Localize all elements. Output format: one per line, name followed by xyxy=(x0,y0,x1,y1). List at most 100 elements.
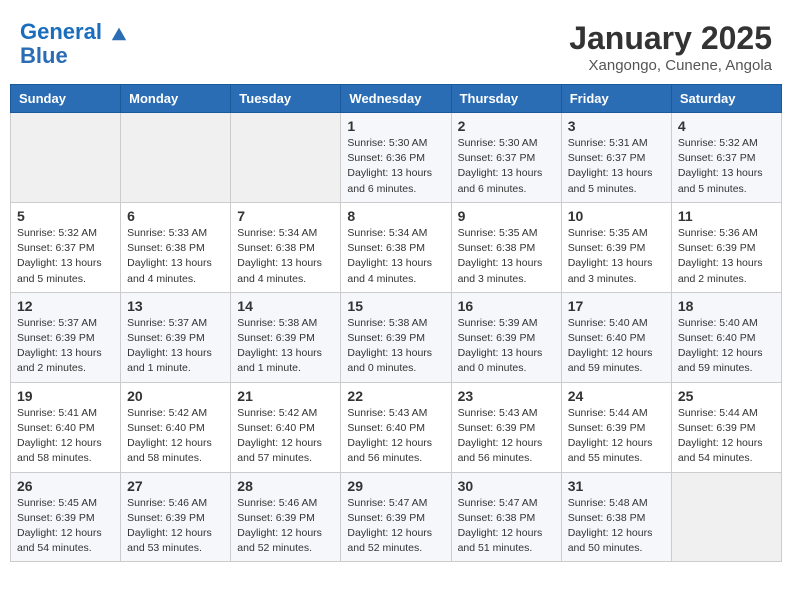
calendar-cell: 20Sunrise: 5:42 AM Sunset: 6:40 PM Dayli… xyxy=(121,382,231,472)
calendar-cell: 29 Sunrise: 5:47 AM Sunset: 6:39 PM Dayli… xyxy=(341,472,451,562)
calendar-cell: 10Sunrise: 5:35 AM Sunset: 6:39 PM Dayli… xyxy=(561,202,671,292)
day-number: 18 xyxy=(678,298,775,314)
day-number: 15 xyxy=(347,298,444,314)
calendar-cell: 28Sunrise: 5:46 AM Sunset: 6:39 PM Dayli… xyxy=(231,472,341,562)
calendar-week-3: 12 Sunrise: 5:37 AM Sunset: 6:39 PM Dayli… xyxy=(11,292,782,382)
calendar-cell: 26 Sunrise: 5:45 AM Sunset: 6:39 PM Dayli… xyxy=(11,472,121,562)
day-number: 12 xyxy=(17,298,114,314)
calendar-cell: 24 Sunrise: 5:44 AM Sunset: 6:39 PM Dayli… xyxy=(561,382,671,472)
day-detail: Sunrise: 5:35 AM Sunset: 6:39 PM Dayligh… xyxy=(568,226,665,287)
day-detail: Sunrise: 5:31 AM Sunset: 6:37 PM Dayligh… xyxy=(568,136,665,197)
day-number: 6 xyxy=(127,208,224,224)
logo: General Blue xyxy=(20,20,128,68)
day-detail: Sunrise: 5:43 AM Sunset: 6:39 PM Dayligh… xyxy=(458,406,555,467)
day-detail: Sunrise: 5:39 AM Sunset: 6:39 PM Dayligh… xyxy=(458,316,555,377)
logo-icon xyxy=(110,24,128,42)
calendar-cell: 12 Sunrise: 5:37 AM Sunset: 6:39 PM Dayli… xyxy=(11,292,121,382)
day-number: 7 xyxy=(237,208,334,224)
calendar-cell: 2 Sunrise: 5:30 AM Sunset: 6:37 PM Daylig… xyxy=(451,113,561,203)
day-detail: Sunrise: 5:38 AM Sunset: 6:39 PM Dayligh… xyxy=(237,316,334,377)
page-header: General Blue January 2025 Xangongo, Cune… xyxy=(10,10,782,79)
calendar-cell: 31Sunrise: 5:48 AM Sunset: 6:38 PM Dayli… xyxy=(561,472,671,562)
day-detail: Sunrise: 5:44 AM Sunset: 6:39 PM Dayligh… xyxy=(568,406,665,467)
day-detail: Sunrise: 5:40 AM Sunset: 6:40 PM Dayligh… xyxy=(568,316,665,377)
logo-line1: General xyxy=(20,19,102,44)
day-number: 2 xyxy=(458,118,555,134)
day-number: 28 xyxy=(237,478,334,494)
day-detail: Sunrise: 5:34 AM Sunset: 6:38 PM Dayligh… xyxy=(237,226,334,287)
calendar-cell: 4Sunrise: 5:32 AM Sunset: 6:37 PM Daylig… xyxy=(671,113,781,203)
weekday-header-thursday: Thursday xyxy=(451,85,561,113)
day-number: 29 xyxy=(347,478,444,494)
calendar-cell: 5 Sunrise: 5:32 AM Sunset: 6:37 PM Daylig… xyxy=(11,202,121,292)
calendar-cell: 15Sunrise: 5:38 AM Sunset: 6:39 PM Dayli… xyxy=(341,292,451,382)
day-detail: Sunrise: 5:32 AM Sunset: 6:37 PM Dayligh… xyxy=(17,226,114,287)
day-number: 30 xyxy=(458,478,555,494)
day-detail: Sunrise: 5:41 AM Sunset: 6:40 PM Dayligh… xyxy=(17,406,114,467)
day-detail: Sunrise: 5:45 AM Sunset: 6:39 PM Dayligh… xyxy=(17,496,114,557)
weekday-header-saturday: Saturday xyxy=(671,85,781,113)
day-detail: Sunrise: 5:47 AM Sunset: 6:38 PM Dayligh… xyxy=(458,496,555,557)
day-number: 1 xyxy=(347,118,444,134)
calendar-cell: 11 Sunrise: 5:36 AM Sunset: 6:39 PM Dayli… xyxy=(671,202,781,292)
weekday-header-friday: Friday xyxy=(561,85,671,113)
day-detail: Sunrise: 5:42 AM Sunset: 6:40 PM Dayligh… xyxy=(237,406,334,467)
weekday-header-monday: Monday xyxy=(121,85,231,113)
calendar-cell xyxy=(121,113,231,203)
calendar-cell: 6 Sunrise: 5:33 AM Sunset: 6:38 PM Daylig… xyxy=(121,202,231,292)
logo-text: General xyxy=(20,20,128,44)
day-detail: Sunrise: 5:46 AM Sunset: 6:39 PM Dayligh… xyxy=(127,496,224,557)
calendar-table: SundayMondayTuesdayWednesdayThursdayFrid… xyxy=(10,84,782,562)
day-number: 9 xyxy=(458,208,555,224)
day-detail: Sunrise: 5:32 AM Sunset: 6:37 PM Dayligh… xyxy=(678,136,775,197)
calendar-cell: 7 Sunrise: 5:34 AM Sunset: 6:38 PM Daylig… xyxy=(231,202,341,292)
calendar-cell: 1 Sunrise: 5:30 AM Sunset: 6:36 PM Daylig… xyxy=(341,113,451,203)
weekday-header-wednesday: Wednesday xyxy=(341,85,451,113)
day-number: 27 xyxy=(127,478,224,494)
day-number: 26 xyxy=(17,478,114,494)
title-block: January 2025 Xangongo, Cunene, Angola xyxy=(569,20,772,74)
calendar-cell: 14 Sunrise: 5:38 AM Sunset: 6:39 PM Dayli… xyxy=(231,292,341,382)
day-number: 22 xyxy=(347,388,444,404)
calendar-cell: 8Sunrise: 5:34 AM Sunset: 6:38 PM Daylig… xyxy=(341,202,451,292)
calendar-cell: 22 Sunrise: 5:43 AM Sunset: 6:40 PM Dayli… xyxy=(341,382,451,472)
day-number: 14 xyxy=(237,298,334,314)
calendar-cell: 27 Sunrise: 5:46 AM Sunset: 6:39 PM Dayli… xyxy=(121,472,231,562)
day-number: 13 xyxy=(127,298,224,314)
day-number: 3 xyxy=(568,118,665,134)
calendar-cell: 16Sunrise: 5:39 AM Sunset: 6:39 PM Dayli… xyxy=(451,292,561,382)
day-number: 31 xyxy=(568,478,665,494)
day-number: 5 xyxy=(17,208,114,224)
calendar-cell: 30 Sunrise: 5:47 AM Sunset: 6:38 PM Dayli… xyxy=(451,472,561,562)
calendar-cell: 3 Sunrise: 5:31 AM Sunset: 6:37 PM Daylig… xyxy=(561,113,671,203)
calendar-cell: 23 Sunrise: 5:43 AM Sunset: 6:39 PM Dayli… xyxy=(451,382,561,472)
day-number: 23 xyxy=(458,388,555,404)
day-detail: Sunrise: 5:36 AM Sunset: 6:39 PM Dayligh… xyxy=(678,226,775,287)
day-detail: Sunrise: 5:42 AM Sunset: 6:40 PM Dayligh… xyxy=(127,406,224,467)
day-detail: Sunrise: 5:40 AM Sunset: 6:40 PM Dayligh… xyxy=(678,316,775,377)
day-detail: Sunrise: 5:37 AM Sunset: 6:39 PM Dayligh… xyxy=(127,316,224,377)
weekday-header-sunday: Sunday xyxy=(11,85,121,113)
day-detail: Sunrise: 5:30 AM Sunset: 6:37 PM Dayligh… xyxy=(458,136,555,197)
day-detail: Sunrise: 5:33 AM Sunset: 6:38 PM Dayligh… xyxy=(127,226,224,287)
calendar-cell: 17Sunrise: 5:40 AM Sunset: 6:40 PM Dayli… xyxy=(561,292,671,382)
day-detail: Sunrise: 5:44 AM Sunset: 6:39 PM Dayligh… xyxy=(678,406,775,467)
calendar-header: SundayMondayTuesdayWednesdayThursdayFrid… xyxy=(11,85,782,113)
calendar-cell xyxy=(231,113,341,203)
day-number: 11 xyxy=(678,208,775,224)
day-detail: Sunrise: 5:37 AM Sunset: 6:39 PM Dayligh… xyxy=(17,316,114,377)
calendar-week-2: 5 Sunrise: 5:32 AM Sunset: 6:37 PM Daylig… xyxy=(11,202,782,292)
day-detail: Sunrise: 5:47 AM Sunset: 6:39 PM Dayligh… xyxy=(347,496,444,557)
day-detail: Sunrise: 5:35 AM Sunset: 6:38 PM Dayligh… xyxy=(458,226,555,287)
calendar-week-4: 19Sunrise: 5:41 AM Sunset: 6:40 PM Dayli… xyxy=(11,382,782,472)
location: Xangongo, Cunene, Angola xyxy=(569,57,772,74)
day-number: 24 xyxy=(568,388,665,404)
calendar-cell: 19Sunrise: 5:41 AM Sunset: 6:40 PM Dayli… xyxy=(11,382,121,472)
calendar-cell xyxy=(11,113,121,203)
calendar-cell: 21Sunrise: 5:42 AM Sunset: 6:40 PM Dayli… xyxy=(231,382,341,472)
day-number: 25 xyxy=(678,388,775,404)
day-detail: Sunrise: 5:43 AM Sunset: 6:40 PM Dayligh… xyxy=(347,406,444,467)
calendar-week-1: 1 Sunrise: 5:30 AM Sunset: 6:36 PM Daylig… xyxy=(11,113,782,203)
calendar-cell: 18 Sunrise: 5:40 AM Sunset: 6:40 PM Dayli… xyxy=(671,292,781,382)
day-detail: Sunrise: 5:30 AM Sunset: 6:36 PM Dayligh… xyxy=(347,136,444,197)
